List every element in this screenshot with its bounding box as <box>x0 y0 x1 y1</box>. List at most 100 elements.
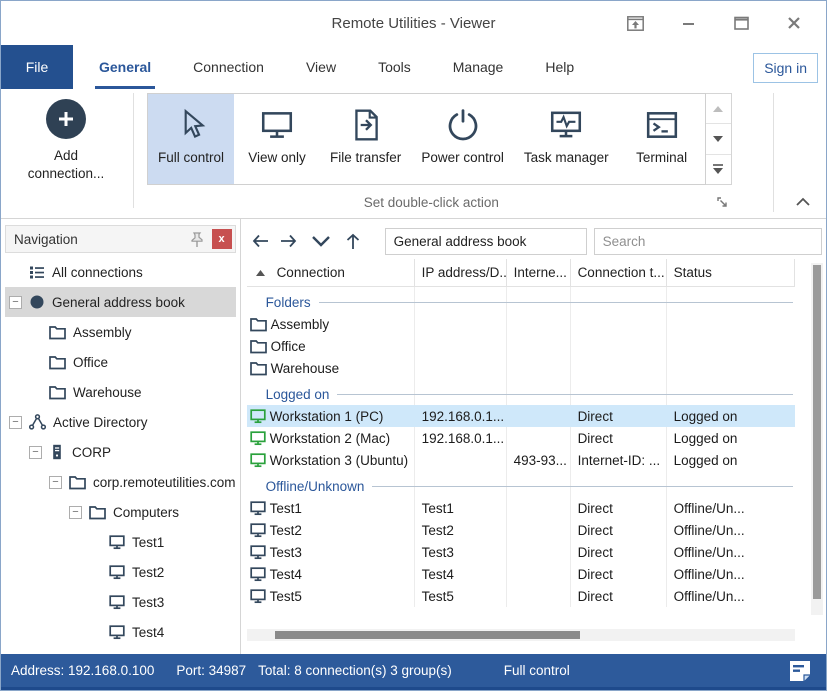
table-row-workstation-1-pc[interactable]: Workstation 1 (PC)192.168.0.1...DirectLo… <box>247 405 795 427</box>
status-address: Address: 192.168.0.100 <box>11 663 154 678</box>
tab-view[interactable]: View <box>304 45 338 89</box>
table-row-test5[interactable]: Test5Test5DirectOffline/Un... <box>247 585 795 607</box>
tree-item-warehouse[interactable]: Warehouse <box>5 377 236 407</box>
scroll-to-end-icon[interactable] <box>706 155 731 184</box>
minimize-icon[interactable] <box>678 13 698 33</box>
cell <box>507 497 571 519</box>
close-navigation-icon[interactable]: x <box>212 229 232 249</box>
group-header-logged-on[interactable]: Logged on <box>247 379 795 405</box>
column-header-connection[interactable]: Connection <box>247 259 415 286</box>
title-bar: Remote Utilities - Viewer <box>1 1 826 45</box>
cell: Test1 <box>415 497 507 519</box>
collapse-expander-icon[interactable]: − <box>29 446 42 459</box>
cell <box>415 313 507 335</box>
collapse-ribbon-icon[interactable] <box>794 194 812 208</box>
tree-item-active-directory[interactable]: − Active Directory <box>5 407 236 437</box>
monitor-icon <box>250 500 266 516</box>
search-input[interactable] <box>594 228 822 255</box>
column-header-ip-address-d[interactable]: IP address/D... <box>415 259 507 286</box>
column-header-interne[interactable]: Interne... <box>507 259 571 286</box>
cell: Logged on <box>667 427 795 449</box>
cell <box>415 335 507 357</box>
plus-circle-icon <box>46 99 86 139</box>
table-row-workstation-3-ubuntu[interactable]: Workstation 3 (Ubuntu)493-93...Internet-… <box>247 449 795 471</box>
vertical-scrollbar[interactable] <box>811 263 823 615</box>
column-header-connection-t[interactable]: Connection t... <box>571 259 667 286</box>
power-control-button[interactable]: Power control <box>411 94 514 184</box>
group-header-offline-unknown[interactable]: Offline/Unknown <box>247 471 795 497</box>
table-row-office[interactable]: Office <box>247 335 795 357</box>
session-log-icon[interactable] <box>788 659 812 683</box>
add-connection-button[interactable]: Add connection... <box>1 93 131 189</box>
tree-item-label: All connections <box>52 265 143 280</box>
table-row-workstation-2-mac[interactable]: Workstation 2 (Mac)192.168.0.1...DirectL… <box>247 427 795 449</box>
table-row-test3[interactable]: Test3Test3DirectOffline/Un... <box>247 541 795 563</box>
full-control-button[interactable]: Full control <box>148 94 234 184</box>
horizontal-scrollbar-thumb[interactable] <box>275 631 580 639</box>
sign-in-button[interactable]: Sign in <box>753 53 818 83</box>
group-header-folders[interactable]: Folders <box>247 287 795 313</box>
tree-item-label: Active Directory <box>53 415 148 430</box>
cell: Direct <box>571 541 667 563</box>
cell: Test3 <box>415 541 507 563</box>
pin-icon[interactable] <box>186 231 208 248</box>
file-transfer-button[interactable]: File transfer <box>320 94 411 184</box>
tree-item-computers[interactable]: −Computers <box>5 497 236 527</box>
cell <box>507 335 571 357</box>
status-bar: Address: 192.168.0.100 Port: 34987 Total… <box>1 654 826 690</box>
horizontal-scrollbar[interactable] <box>247 629 795 641</box>
navigation-panel: Navigation x All connections−General add… <box>1 219 241 656</box>
up-level-icon[interactable] <box>339 228 367 254</box>
folder-icon <box>69 475 86 490</box>
tree-item-test4[interactable]: Test4 <box>5 617 236 647</box>
table-row-test1[interactable]: Test1Test1DirectOffline/Un... <box>247 497 795 519</box>
tree-item-test1[interactable]: Test1 <box>5 527 236 557</box>
table-row-warehouse[interactable]: Warehouse <box>247 357 795 379</box>
cell <box>507 405 571 427</box>
cell <box>415 357 507 379</box>
tree-item-corp-remoteutilities-com[interactable]: −corp.remoteutilities.com <box>5 467 236 497</box>
vertical-scrollbar-thumb[interactable] <box>813 265 821 599</box>
tree-item-general-address-book[interactable]: − General address book <box>5 287 236 317</box>
scroll-up-icon[interactable] <box>706 94 731 124</box>
table-row-assembly[interactable]: Assembly <box>247 313 795 335</box>
scroll-down-icon[interactable] <box>706 124 731 154</box>
forward-icon[interactable] <box>275 228 303 254</box>
collapse-expander-icon[interactable]: − <box>9 296 22 309</box>
tab-connection[interactable]: Connection <box>191 45 266 89</box>
chevron-down-icon[interactable] <box>303 228 339 254</box>
close-icon[interactable] <box>784 13 804 33</box>
task-manager-button[interactable]: Task manager <box>514 94 619 184</box>
back-icon[interactable] <box>247 228 275 254</box>
column-header-status[interactable]: Status <box>667 259 795 286</box>
view-only-button[interactable]: View only <box>234 94 320 184</box>
connections-table: ConnectionIP address/D...Interne...Conne… <box>247 259 795 607</box>
monitor-icon <box>109 534 125 550</box>
tree-item-assembly[interactable]: Assembly <box>5 317 236 347</box>
cell: Direct <box>571 497 667 519</box>
table-row-test4[interactable]: Test4Test4DirectOffline/Un... <box>247 563 795 585</box>
tree-item-corp[interactable]: −CORP <box>5 437 236 467</box>
collapse-expander-icon[interactable]: − <box>69 506 82 519</box>
address-book-combo[interactable]: General address book <box>385 228 587 255</box>
tab-general[interactable]: General <box>97 45 153 89</box>
monitor-icon <box>109 594 125 610</box>
tab-help[interactable]: Help <box>543 45 576 89</box>
server-icon <box>49 444 65 460</box>
bring-to-top-icon[interactable] <box>625 13 645 33</box>
dialog-launcher-icon[interactable] <box>716 195 730 209</box>
collapse-expander-icon[interactable]: − <box>9 416 22 429</box>
tree-item-label: General address book <box>52 295 185 310</box>
tree-item-all-connections[interactable]: All connections <box>5 257 236 287</box>
terminal-button[interactable]: Terminal <box>619 94 705 184</box>
maximize-icon[interactable] <box>731 13 751 33</box>
tab-tools[interactable]: Tools <box>376 45 413 89</box>
tab-manage[interactable]: Manage <box>451 45 506 89</box>
tree-item-office[interactable]: Office <box>5 347 236 377</box>
table-row-test2[interactable]: Test2Test2DirectOffline/Un... <box>247 519 795 541</box>
collapse-expander-icon[interactable]: − <box>49 476 62 489</box>
tab-file[interactable]: File <box>1 45 73 89</box>
cell <box>667 335 795 357</box>
tree-item-test2[interactable]: Test2 <box>5 557 236 587</box>
tree-item-test3[interactable]: Test3 <box>5 587 236 617</box>
